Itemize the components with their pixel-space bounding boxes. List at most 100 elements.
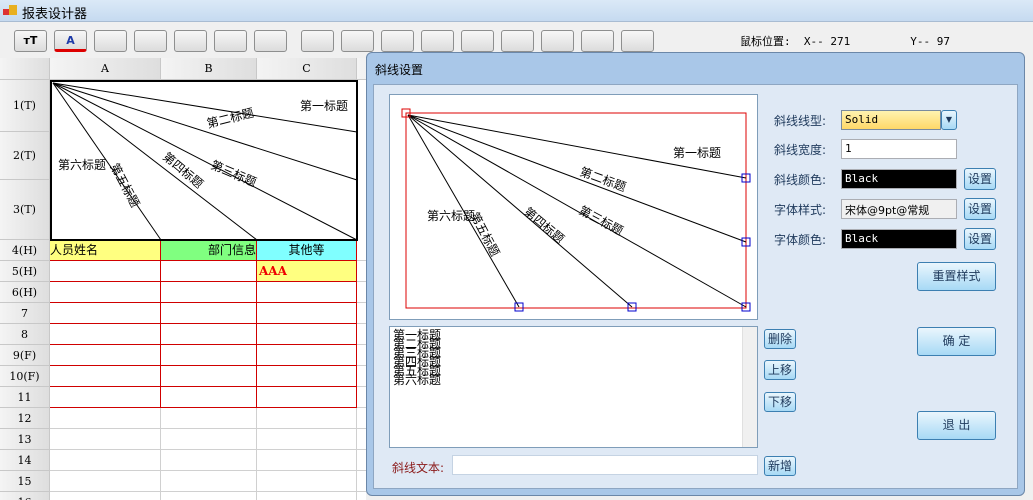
- grid-cell[interactable]: [257, 450, 357, 471]
- border-button[interactable]: [134, 30, 167, 52]
- grid-cell[interactable]: [357, 450, 366, 471]
- grid-cell[interactable]: [50, 408, 161, 429]
- grid-cell[interactable]: [357, 471, 366, 492]
- line-type-label: 斜线线型:: [774, 114, 827, 128]
- font-size-button[interactable]: тT: [14, 30, 47, 52]
- grid-cell[interactable]: [50, 282, 161, 303]
- merged-title-cell[interactable]: 第一标题第二标题第三标题第四标题第五标题第六标题: [50, 80, 360, 242]
- grid-cell[interactable]: [257, 345, 357, 366]
- grid-cell[interactable]: [357, 387, 366, 408]
- row-1-button[interactable]: [581, 30, 614, 52]
- grid-cell[interactable]: [50, 471, 161, 492]
- font-color-set-button[interactable]: 设置: [964, 228, 996, 250]
- exit-button[interactable]: 退 出: [917, 411, 996, 440]
- align-right-button[interactable]: [254, 30, 287, 52]
- list-item[interactable]: 第二标题: [393, 338, 754, 350]
- grid-cell[interactable]: [50, 492, 161, 500]
- font-style-label: 字体样式:: [774, 203, 827, 217]
- grid-cell[interactable]: [161, 261, 257, 282]
- grid-cell[interactable]: [50, 366, 161, 387]
- grid-cell[interactable]: [357, 345, 366, 366]
- line-color-set-button[interactable]: 设置: [964, 168, 996, 190]
- move-down-button[interactable]: 下移: [764, 392, 796, 412]
- diagonal-preview[interactable]: 第一标题 第二标题 第三标题 第四标题 第五标题 第六标题: [389, 94, 758, 320]
- grid-cell[interactable]: [161, 345, 257, 366]
- grid-cell[interactable]: [257, 408, 357, 429]
- grid-cell[interactable]: [257, 282, 357, 303]
- grid-cell[interactable]: [357, 303, 366, 324]
- chevron-down-icon[interactable]: ▼: [941, 110, 957, 130]
- list-item[interactable]: 第三标题: [393, 347, 754, 359]
- grid-cell[interactable]: [357, 240, 366, 261]
- align-center-button[interactable]: [214, 30, 247, 52]
- grid-cell[interactable]: 部门信息: [161, 240, 257, 261]
- list-scrollbar[interactable]: [742, 327, 757, 447]
- diagonal-settings-dialog: 斜线设置 第一标题 第二标题 第三标题 第四标题 第五标题 第六标题 斜线线型: Soli…: [366, 52, 1025, 496]
- grid-cell[interactable]: [357, 492, 366, 500]
- col-3-button[interactable]: [381, 30, 414, 52]
- grid-cell[interactable]: [50, 324, 161, 345]
- grid-cell[interactable]: [161, 387, 257, 408]
- grid-cell[interactable]: [257, 324, 357, 345]
- list-item[interactable]: 第六标题: [393, 374, 754, 386]
- line-type-select[interactable]: Solid: [841, 110, 941, 130]
- add-button[interactable]: 新增: [764, 456, 796, 476]
- grid-cell[interactable]: 人员姓名: [50, 240, 161, 261]
- grid-cell[interactable]: [50, 387, 161, 408]
- grid-cell[interactable]: [357, 261, 366, 282]
- reset-style-button[interactable]: 重置样式: [917, 262, 996, 291]
- grid-cell[interactable]: [50, 261, 161, 282]
- grid-cell[interactable]: [50, 303, 161, 324]
- ok-button[interactable]: 确 定: [917, 327, 996, 356]
- fill-color-button[interactable]: [94, 30, 127, 52]
- insert-left-button[interactable]: [421, 30, 454, 52]
- grid-cell[interactable]: [257, 492, 357, 500]
- list-item[interactable]: 第五标题: [393, 365, 754, 377]
- font-style-set-button[interactable]: 设置: [964, 198, 996, 220]
- grid-cell[interactable]: [357, 282, 366, 303]
- grid-cell[interactable]: [161, 324, 257, 345]
- grid-cell[interactable]: [161, 303, 257, 324]
- row-2-button[interactable]: [621, 30, 654, 52]
- line-width-stepper[interactable]: 1: [841, 139, 957, 159]
- grid-cell[interactable]: [50, 450, 161, 471]
- spreadsheet-grid[interactable]: A B C 1(T) 2(T) 3(T) 4(H) 人员姓名 部门信息 其他等 5(H) AAA 6(H…: [0, 58, 366, 500]
- grid-cell[interactable]: [161, 450, 257, 471]
- insert-col-button[interactable]: [461, 30, 494, 52]
- row-header: 12: [0, 408, 50, 429]
- list-item[interactable]: 第四标题: [393, 356, 754, 368]
- diagonal-text-input[interactable]: [452, 455, 758, 475]
- split-button[interactable]: [541, 30, 574, 52]
- delete-button[interactable]: 删除: [764, 329, 796, 349]
- font-color-button[interactable]: A: [54, 30, 87, 52]
- grid-cell[interactable]: [357, 324, 366, 345]
- column-header: [357, 58, 366, 80]
- grid-cell[interactable]: 其他等: [257, 240, 357, 261]
- diagonal-text-list[interactable]: 第一标题 第二标题 第三标题 第四标题 第五标题 第六标题: [389, 326, 758, 448]
- grid-cell[interactable]: [50, 345, 161, 366]
- grid-cell[interactable]: [257, 366, 357, 387]
- grid-cell[interactable]: [357, 429, 366, 450]
- grid-cell[interactable]: AAA: [257, 261, 357, 282]
- grid-cell[interactable]: [357, 408, 366, 429]
- col-2-button[interactable]: [341, 30, 374, 52]
- move-up-button[interactable]: 上移: [764, 360, 796, 380]
- grid-cell[interactable]: [50, 429, 161, 450]
- grid-cell[interactable]: [161, 408, 257, 429]
- grid-cell[interactable]: [161, 282, 257, 303]
- insert-right-button[interactable]: [501, 30, 534, 52]
- grid-cell[interactable]: [161, 492, 257, 500]
- grid-cell[interactable]: [161, 471, 257, 492]
- col-1-button[interactable]: [301, 30, 334, 52]
- align-left-button[interactable]: [174, 30, 207, 52]
- grid-cell[interactable]: [257, 387, 357, 408]
- grid-cell[interactable]: [257, 429, 357, 450]
- grid-cell[interactable]: [357, 366, 366, 387]
- diagonal-text-label: 斜线文本:: [392, 461, 445, 475]
- grid-cell[interactable]: [161, 366, 257, 387]
- list-item[interactable]: 第一标题: [393, 329, 754, 341]
- grid-cell[interactable]: [257, 303, 357, 324]
- grid-cell[interactable]: [257, 471, 357, 492]
- font-color-field: Black: [841, 229, 957, 249]
- grid-cell[interactable]: [161, 429, 257, 450]
